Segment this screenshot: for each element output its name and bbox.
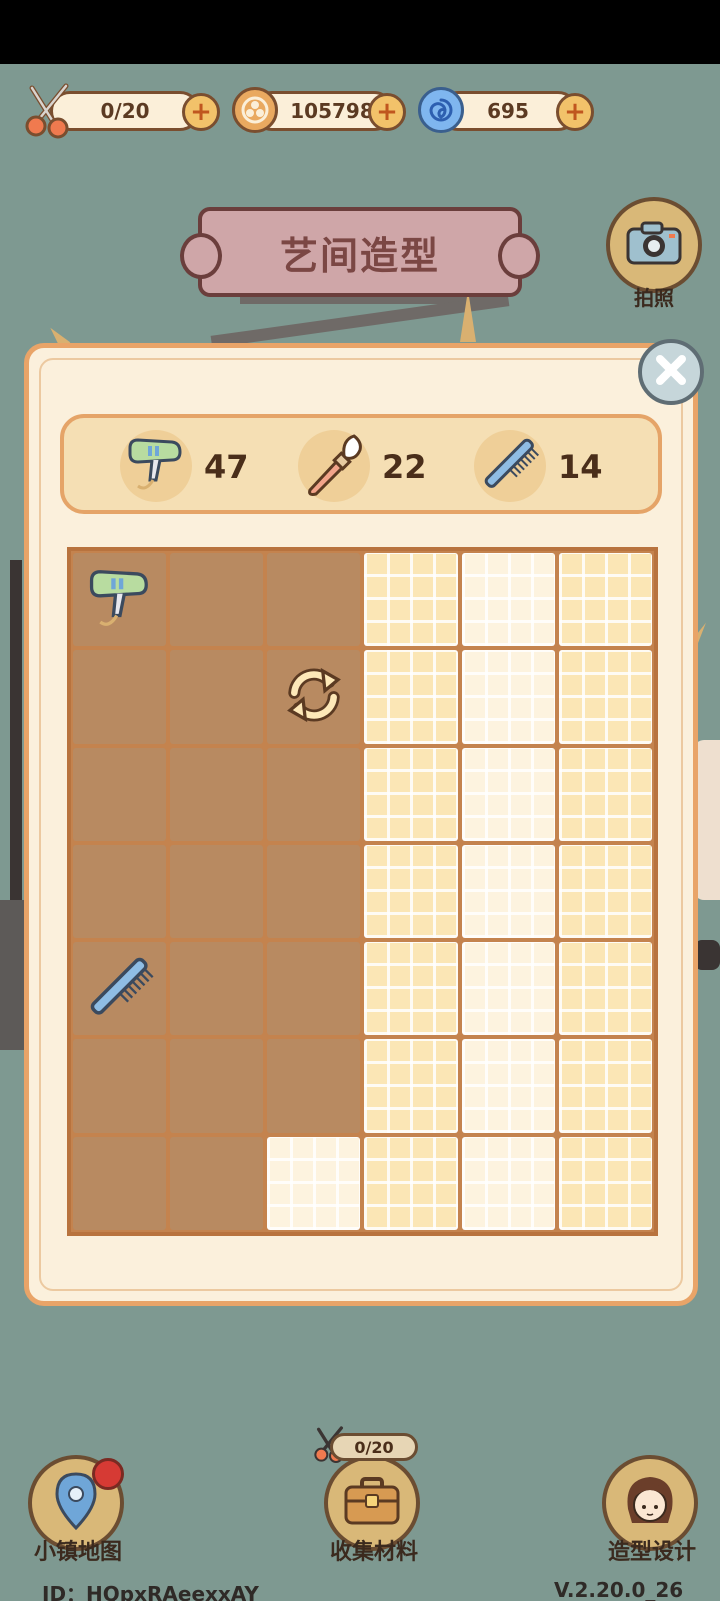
revealed-tile [558,942,652,1036]
covered-tile[interactable] [170,1039,264,1133]
title-sign: 艺间造型 [180,207,540,297]
revealed-tile [461,1039,555,1133]
add-coins-button[interactable]: + [368,93,406,131]
camera-icon [624,219,684,271]
covered-tile[interactable] [170,650,264,744]
scissors-icon [22,80,76,140]
tool-counter-bar: 47 22 14 [60,414,662,514]
revealed-tile [461,844,555,939]
close-button[interactable] [638,339,704,405]
covered-tile[interactable] [73,650,167,744]
add-scissors-button[interactable]: + [182,93,220,131]
notification-dot [92,1458,124,1490]
revealed-tile [364,844,458,939]
scaffold-post [10,560,22,920]
covered-tile[interactable] [73,1136,167,1230]
revealed-tile [364,650,458,744]
revealed-tile [267,1136,361,1230]
covered-tile[interactable] [267,553,361,647]
coin-count: 105798 [290,99,374,123]
covered-tile[interactable] [170,553,264,647]
revealed-tile [364,553,458,647]
scissors-count: 0/20 [100,99,150,123]
revealed-tile [558,553,652,647]
tile-grid [67,547,658,1236]
comb-icon [83,950,157,1028]
covered-tile[interactable] [267,1039,361,1133]
revealed-tile [558,1136,652,1230]
player-id: ID：HQpxRAeexxAY [42,1582,259,1601]
revealed-tile [364,1136,458,1230]
camera-button[interactable] [606,197,702,293]
covered-tile[interactable] [73,942,167,1036]
revealed-tile [461,650,555,744]
covered-tile[interactable] [73,553,167,647]
golden-spike [460,290,476,342]
revealed-tile [558,844,652,939]
revealed-tile [364,1039,458,1133]
covered-tile[interactable] [73,844,167,939]
brush-count: 22 [382,448,427,486]
revealed-tile [558,747,652,841]
covered-tile[interactable] [170,747,264,841]
page-title: 艺间造型 [279,233,440,278]
collect-counter: 0/20 [330,1433,418,1461]
covered-tile[interactable] [267,844,361,939]
covered-tile[interactable] [267,942,361,1036]
avatar-icon [618,1469,682,1537]
revealed-tile [461,942,555,1036]
gem-count: 695 [487,99,529,123]
refresh-icon [279,660,349,734]
revealed-tile [461,1136,555,1230]
comb-count: 14 [558,448,603,486]
style-design-label: 造型设计 [607,1540,696,1565]
dryer-count: 47 [204,448,249,486]
covered-tile[interactable] [73,747,167,841]
revealed-tile [558,1039,652,1133]
camera-label: 拍照 [634,286,674,310]
hair-dryer-icon [85,563,155,637]
covered-tile[interactable] [267,650,361,744]
revealed-tile [461,747,555,841]
covered-tile[interactable] [170,942,264,1036]
makeup-brush-icon [302,432,366,500]
hair-dryer-icon [124,432,188,500]
swirl-gem-icon [418,87,464,133]
close-icon [651,350,691,394]
revealed-tile [461,553,555,647]
revealed-tile [364,942,458,1036]
revealed-tile [364,747,458,841]
version-label: V.2.20.0_26 [554,1578,684,1601]
toolbox-icon [342,1475,402,1531]
town-map-label: 小镇地图 [33,1540,122,1565]
covered-tile[interactable] [170,844,264,939]
covered-tile[interactable] [73,1039,167,1133]
covered-tile[interactable] [170,1136,264,1230]
tool-slot-brush [298,430,370,502]
collect-materials-label: 收集材料 [329,1540,418,1565]
comb-icon [478,432,542,500]
status-bar [0,0,720,64]
coin-icon [232,87,278,133]
tool-slot-dryer [120,430,192,502]
add-gems-button[interactable]: + [556,93,594,131]
revealed-tile [558,650,652,744]
tool-slot-comb [474,430,546,502]
covered-tile[interactable] [267,747,361,841]
